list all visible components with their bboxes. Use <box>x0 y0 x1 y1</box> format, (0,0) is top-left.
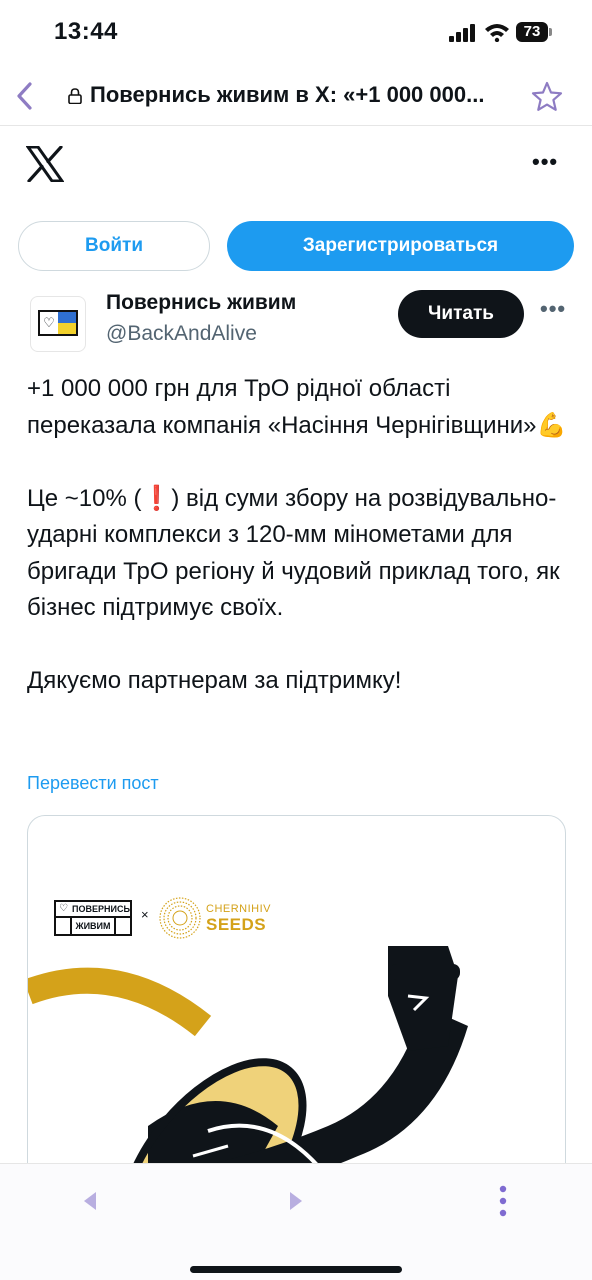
tweet-media[interactable]: ♡ ПОВЕРНИСЬ ЖИВИМ × CHERNIHIV SEEDS <box>27 815 566 1215</box>
follow-button[interactable]: Читать <box>398 290 524 338</box>
back-arrow-icon[interactable] <box>80 1190 100 1212</box>
header-more-icon[interactable]: ••• <box>532 151 560 176</box>
login-button[interactable]: Войти <box>18 221 210 271</box>
browser-address-bar: Повернись живим в X: «+1 000 000... <box>0 66 592 126</box>
browser-toolbar <box>0 1163 592 1280</box>
home-indicator[interactable] <box>190 1266 402 1273</box>
tweet-text: +1 000 000 грн для ТрО рідної області пе… <box>27 371 567 700</box>
avatar[interactable]: ♡ <box>30 296 86 352</box>
heart-icon: ♡ <box>43 315 55 330</box>
status-time: 13:44 <box>54 18 118 45</box>
brand-logo: ♡ ПОВЕРНИСЬ ЖИВИМ <box>54 900 132 936</box>
cellular-signal-icon <box>449 24 475 42</box>
author-handle[interactable]: @BackAndAlive <box>106 322 257 346</box>
page-title[interactable]: Повернись живим в X: «+1 000 000... <box>90 82 520 108</box>
battery-icon: 73 <box>516 22 552 42</box>
chevron-left-icon[interactable] <box>12 80 38 112</box>
sun-logo-icon <box>159 897 201 939</box>
x-logo-icon[interactable] <box>26 146 64 182</box>
translate-post-link[interactable]: Перевести пост <box>27 773 159 794</box>
author-name[interactable]: Повернись живим <box>106 291 296 315</box>
star-icon[interactable] <box>530 80 564 114</box>
tweet-more-icon[interactable]: ••• <box>540 298 566 322</box>
tweet-paragraph: Це ~10% (❗️) від суми збору на розвідува… <box>27 484 567 622</box>
signup-button[interactable]: Зарегистрироваться <box>227 221 574 271</box>
partner-name-small: CHERNIHIV <box>206 903 272 915</box>
forward-arrow-icon[interactable] <box>286 1190 306 1212</box>
battery-level: 73 <box>516 22 548 42</box>
brand-line2: ЖИВИМ <box>70 918 116 934</box>
menu-dots-icon[interactable] <box>496 1184 510 1218</box>
tweet-paragraph: +1 000 000 грн для ТрО рідної області пе… <box>27 375 567 439</box>
collab-x: × <box>141 907 149 922</box>
wifi-icon <box>485 24 509 42</box>
tweet-paragraph: Дякуємо партнерам за підтримку! <box>27 667 402 694</box>
partner-name-big: SEEDS <box>206 915 267 934</box>
brand-line1: ПОВЕРНИСЬ <box>56 902 130 918</box>
lock-icon <box>68 88 82 104</box>
status-bar: 13:44 73 <box>0 0 592 66</box>
brand-flag-icon: ♡ <box>38 310 78 336</box>
